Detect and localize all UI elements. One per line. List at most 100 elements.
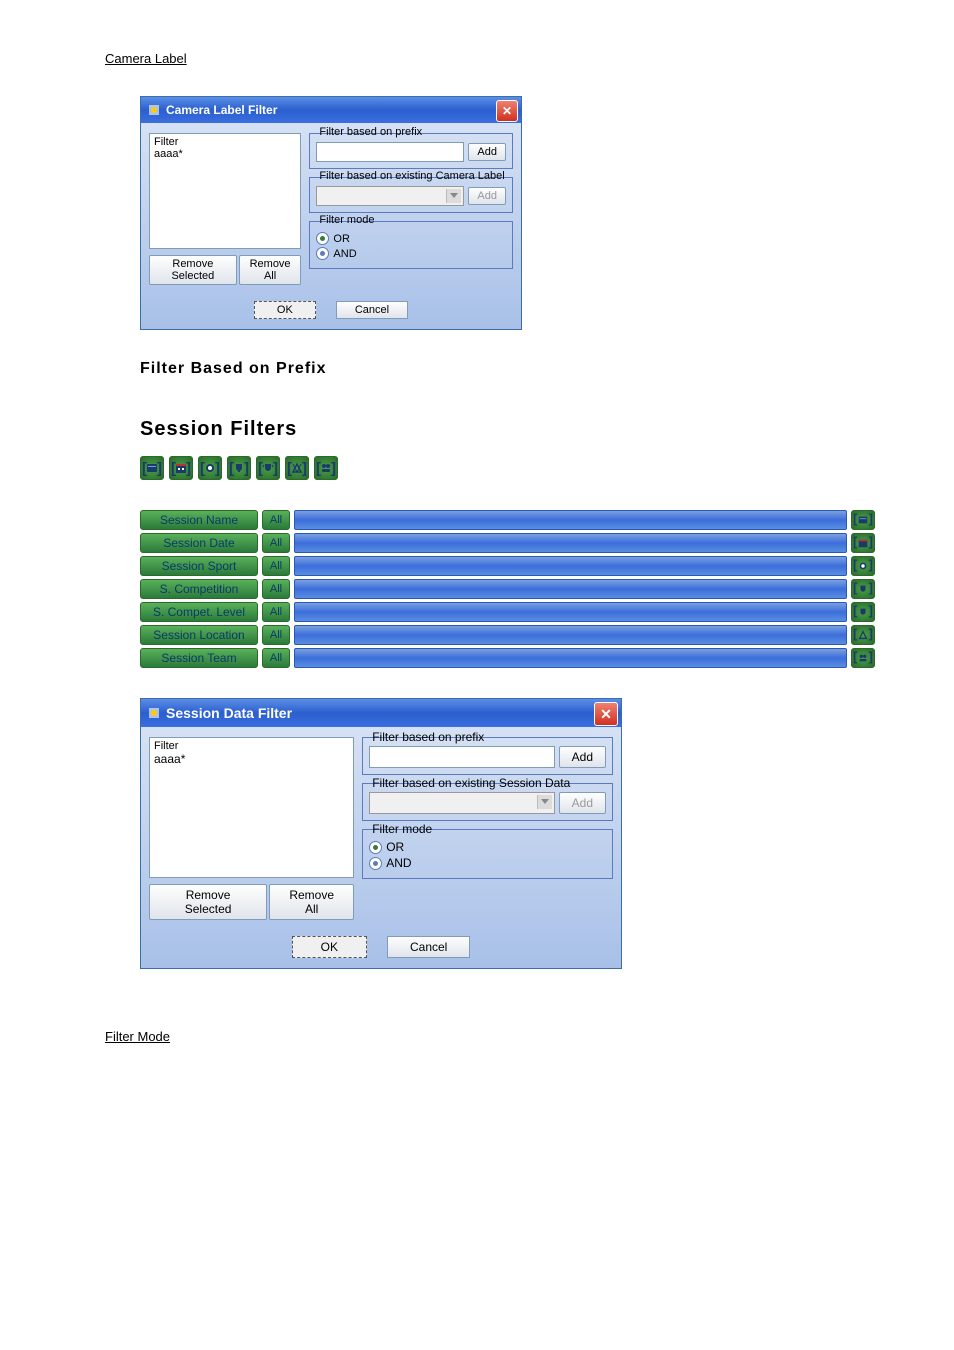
ok-button[interactable]: OK [254,301,316,319]
existing-legend: Filter based on existing Session Data [369,776,573,790]
session-name-all-button[interactable]: All [262,510,290,530]
session-competlevel-icon[interactable]: [] [256,456,280,480]
existing-fieldset: Filter based on existing Camera Label Ad… [309,177,513,213]
existing-dropdown[interactable] [316,186,464,206]
session-competition-icon[interactable]: [] [227,456,251,480]
session-team-field[interactable] [294,648,847,668]
prefix-add-button[interactable]: Add [559,746,606,768]
ok-button[interactable]: OK [292,936,367,958]
remove-selected-button[interactable]: Remove Selected [149,255,237,285]
cancel-button[interactable]: Cancel [336,301,408,319]
and-label: AND [386,856,411,870]
or-label: OR [386,840,404,854]
session-sport-all-button[interactable]: All [262,556,290,576]
existing-legend: Filter based on existing Camera Label [316,170,507,182]
cancel-button[interactable]: Cancel [387,936,470,958]
prefix-fieldset: Filter based on prefix Add [309,133,513,169]
session-location-all-button[interactable]: All [262,625,290,645]
filter-mode-link[interactable]: Filter Mode [105,1029,170,1044]
remove-all-button[interactable]: Remove All [269,884,354,920]
existing-fieldset: Filter based on existing Session Data Ad… [362,783,613,821]
or-label: OR [333,233,350,245]
filter-prefix-heading: Filter Based on Prefix [140,360,875,378]
or-radio-row[interactable]: OR [316,232,506,245]
filter-list[interactable]: Filter aaaa* [149,737,354,878]
filter-list[interactable]: Filter aaaa* [149,133,301,249]
session-competlevel-all-button[interactable]: All [262,602,290,622]
existing-add-button: Add [559,792,606,814]
and-radio-row[interactable]: AND [316,247,506,260]
session-competition-row-icon[interactable]: [] [851,579,875,599]
remove-selected-button[interactable]: Remove Selected [149,884,267,920]
dialog2-titlebar: Session Data Filter ✕ [141,699,621,727]
prefix-input[interactable] [316,142,464,162]
filter-list-header: Filter [154,136,296,148]
session-team-button[interactable]: Session Team [140,648,258,668]
session-location-button[interactable]: Session Location [140,625,258,645]
session-competlevel-row: S. Compet. Level All [] [140,602,875,622]
prefix-legend: Filter based on prefix [369,730,487,744]
camera-label-filter-dialog: Camera Label Filter ✕ Filter aaaa* Remov… [140,96,522,330]
session-location-row: Session Location All [] [140,625,875,645]
session-location-field[interactable] [294,625,847,645]
mode-legend: Filter mode [369,822,435,836]
mode-fieldset: Filter mode OR AND [362,829,613,879]
session-competlevel-row-icon[interactable]: [] [851,602,875,622]
session-filters-heading: Session Filters [140,418,875,441]
session-date-row-icon[interactable]: [] [851,533,875,553]
session-team-row-icon[interactable]: [] [851,648,875,668]
close-icon[interactable]: ✕ [496,100,518,122]
close-icon[interactable]: ✕ [594,702,618,726]
app-icon [147,706,161,720]
session-name-icon[interactable]: [] [140,456,164,480]
session-team-icon[interactable]: [] [314,456,338,480]
session-competition-button[interactable]: S. Competition [140,579,258,599]
dialog-title: Camera Label Filter [166,103,277,117]
or-radio-row[interactable]: OR [369,840,606,854]
session-sport-row: Session Sport All [] [140,556,875,576]
session-date-field[interactable] [294,533,847,553]
prefix-legend: Filter based on prefix [316,126,425,138]
prefix-add-button[interactable]: Add [468,143,506,161]
session-name-button[interactable]: Session Name [140,510,258,530]
session-date-button[interactable]: Session Date [140,533,258,553]
session-team-all-button[interactable]: All [262,648,290,668]
session-sport-button[interactable]: Session Sport [140,556,258,576]
camera-label-link[interactable]: Camera Label [105,51,187,66]
existing-dropdown[interactable] [369,792,554,814]
prefix-fieldset: Filter based on prefix Add [362,737,613,775]
radio-and-icon [369,857,382,870]
radio-and-icon [316,247,329,260]
and-label: AND [333,248,356,260]
session-sport-field[interactable] [294,556,847,576]
dialog-titlebar: Camera Label Filter ✕ [141,97,521,123]
session-location-icon[interactable]: [] [285,456,309,480]
session-competition-row: S. Competition All [] [140,579,875,599]
session-sport-row-icon[interactable]: [] [851,556,875,576]
session-competition-all-button[interactable]: All [262,579,290,599]
session-name-row-icon[interactable]: [] [851,510,875,530]
mode-fieldset: Filter mode OR AND [309,221,513,269]
session-location-row-icon[interactable]: [] [851,625,875,645]
session-team-row: Session Team All [] [140,648,875,668]
session-sport-icon[interactable]: [] [198,456,222,480]
session-date-icon[interactable]: [] [169,456,193,480]
session-date-all-button[interactable]: All [262,533,290,553]
remove-all-button[interactable]: Remove All [239,255,302,285]
filter-list-item[interactable]: aaaa* [154,752,349,766]
mode-legend: Filter mode [316,214,377,226]
session-name-row: Session Name All [] [140,510,875,530]
filter-list-item[interactable]: aaaa* [154,148,296,160]
session-competition-field[interactable] [294,579,847,599]
session-name-field[interactable] [294,510,847,530]
existing-add-button: Add [468,187,506,205]
radio-or-icon [369,841,382,854]
session-data-filter-dialog: Session Data Filter ✕ Filter aaaa* Remov… [140,698,622,969]
session-filter-rows: Session Name All [] Session Date All [] … [140,510,875,668]
session-competlevel-field[interactable] [294,602,847,622]
app-icon [147,103,161,117]
prefix-input[interactable] [369,746,554,768]
session-competlevel-button[interactable]: S. Compet. Level [140,602,258,622]
and-radio-row[interactable]: AND [369,856,606,870]
session-icon-strip: [] [] [] [] [] [] [] [140,456,875,480]
